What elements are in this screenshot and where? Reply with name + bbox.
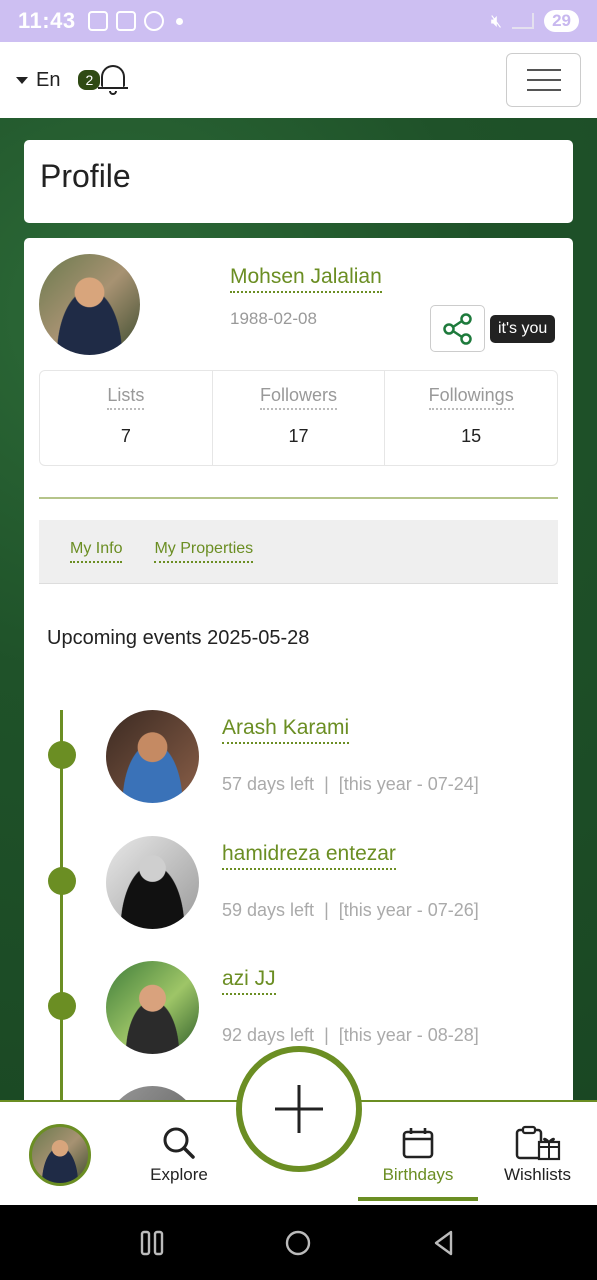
search-icon xyxy=(161,1125,197,1161)
event-name[interactable]: Arash Karami xyxy=(222,716,350,744)
language-label: En xyxy=(36,68,61,91)
language-selector[interactable]: En xyxy=(16,69,60,92)
stat-label: Followings xyxy=(428,385,514,410)
timeline-dot xyxy=(48,992,76,1020)
share-button[interactable] xyxy=(430,305,485,352)
stat-label: Lists xyxy=(107,385,145,410)
add-button[interactable] xyxy=(236,1046,362,1172)
self-tag: it's you xyxy=(490,315,556,343)
timeline-dot xyxy=(48,741,76,769)
event-item: hamidreza entezar 59 days left | [this yea… xyxy=(24,836,573,936)
home-icon[interactable] xyxy=(283,1228,313,1258)
nav-avatar xyxy=(29,1123,91,1186)
recent-apps-icon[interactable] xyxy=(138,1228,168,1258)
calendar-icon xyxy=(401,1125,435,1161)
profile-tabs: My Info My Properties xyxy=(39,520,558,584)
event-days-left: 59 days left xyxy=(222,900,315,920)
tab-my-properties[interactable]: My Properties xyxy=(154,540,254,563)
status-bar: 11:43 🔇︎ 29 xyxy=(0,0,597,42)
event-date: [this year - 07-26] xyxy=(338,900,479,920)
stat-followers[interactable]: Followers 17 xyxy=(213,371,386,465)
event-item: Arash Karami 57 days left | [this year - 0… xyxy=(24,710,573,810)
nav-label: Wishlists xyxy=(503,1164,572,1184)
share-icon xyxy=(442,312,472,345)
status-notification-icons xyxy=(87,11,183,31)
active-indicator xyxy=(358,1197,478,1201)
back-icon[interactable] xyxy=(429,1228,459,1258)
stat-value: 17 xyxy=(288,426,309,446)
status-time: 11:43 xyxy=(18,8,76,33)
event-meta: 92 days left | [this year - 08-28] xyxy=(222,1025,479,1045)
gift-clipboard-icon xyxy=(513,1125,563,1161)
event-avatar[interactable] xyxy=(106,836,199,929)
bell-icon xyxy=(98,63,129,97)
nav-wishlists[interactable]: Wishlists xyxy=(478,1102,597,1207)
more-notifications-icon xyxy=(175,17,183,25)
notification-badge: 2 xyxy=(78,70,101,90)
battery-indicator: 29 xyxy=(544,10,579,32)
nav-profile[interactable] xyxy=(0,1102,120,1207)
stat-followings[interactable]: Followings 15 xyxy=(385,371,557,465)
event-avatar[interactable] xyxy=(106,710,199,803)
signal-icon xyxy=(512,13,535,29)
event-name[interactable]: hamidreza entezar xyxy=(222,842,396,870)
screenshot-icon xyxy=(87,11,108,31)
tab-my-info[interactable]: My Info xyxy=(70,540,123,563)
nav-birthdays[interactable]: Birthdays xyxy=(358,1102,478,1207)
notifications-button[interactable]: 2 xyxy=(78,63,129,97)
hamburger-icon xyxy=(526,69,561,71)
nav-label: Birthdays xyxy=(382,1164,454,1184)
upcoming-events-title: Upcoming events 2025-05-28 xyxy=(47,627,310,649)
event-meta: 57 days left | [this year - 07-24] xyxy=(222,774,479,794)
event-days-left: 92 days left xyxy=(222,1025,315,1045)
event-avatar[interactable] xyxy=(106,961,199,1054)
event-days-left: 57 days left xyxy=(222,774,315,794)
mute-icon: 🔇︎ xyxy=(490,10,503,31)
page-title: Profile xyxy=(40,158,131,194)
stat-lists[interactable]: Lists 7 xyxy=(40,371,213,465)
section-divider xyxy=(39,497,558,499)
nav-label: Explore xyxy=(150,1164,208,1184)
stat-label: Followers xyxy=(259,385,338,410)
stat-value: 7 xyxy=(120,426,131,446)
event-date: [this year - 07-24] xyxy=(338,774,479,794)
plus-icon xyxy=(275,1085,323,1133)
profile-birthdate: 1988-02-08 xyxy=(230,309,317,328)
whatsapp-icon xyxy=(143,11,164,31)
gallery-icon xyxy=(115,11,136,31)
event-meta: 59 days left | [this year - 07-26] xyxy=(222,900,479,920)
profile-stats: Lists 7 Followers 17 Followings 15 xyxy=(39,370,558,466)
profile-name[interactable]: Mohsen Jalalian xyxy=(230,265,382,293)
event-name[interactable]: azi JJ xyxy=(222,967,276,995)
stat-value: 15 xyxy=(461,426,482,446)
top-app-bar: En 2 xyxy=(0,42,597,118)
timeline-dot xyxy=(48,867,76,895)
system-navigation-bar xyxy=(0,1205,597,1280)
event-date: [this year - 08-28] xyxy=(338,1025,479,1045)
profile-avatar[interactable] xyxy=(39,254,140,355)
nav-explore[interactable]: Explore xyxy=(120,1102,238,1207)
hamburger-menu-button[interactable] xyxy=(506,53,581,107)
status-system-icons: 🔇︎ 29 xyxy=(491,10,579,32)
profile-card: Mohsen Jalalian 1988-02-08 it's you List… xyxy=(24,238,573,1118)
caret-down-icon xyxy=(16,76,28,84)
page-title-card: Profile xyxy=(24,140,573,223)
